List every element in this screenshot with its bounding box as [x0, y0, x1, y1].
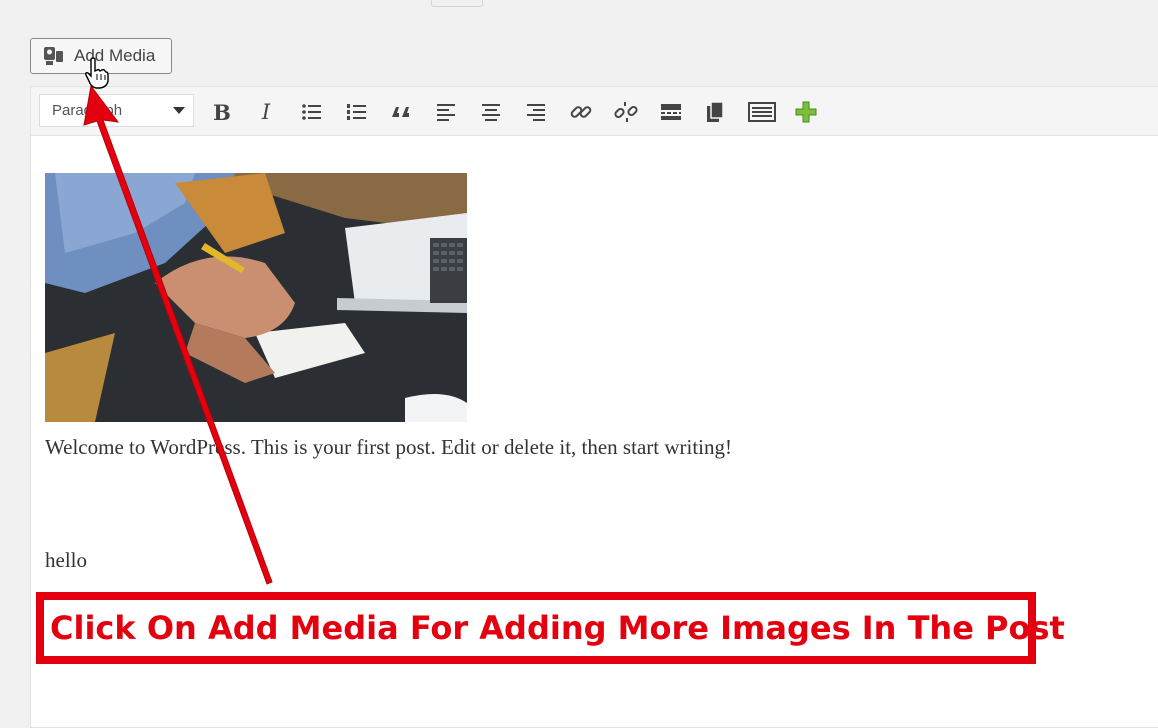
numbered-list-button[interactable] [344, 99, 370, 125]
post-paragraph[interactable]: Welcome to WordPress. This is your first… [45, 435, 732, 460]
read-more-icon [661, 104, 681, 120]
post-paragraph-hello[interactable]: hello [45, 548, 87, 573]
desk-photo [45, 173, 467, 422]
unlink-icon [614, 102, 638, 122]
bullet-list-button[interactable] [299, 99, 325, 125]
numbered-list-icon [347, 104, 366, 120]
annotation-caption: Click On Add Media For Adding More Image… [44, 600, 1065, 656]
keyboard-icon [748, 102, 776, 122]
italic-button[interactable]: I [253, 99, 279, 125]
top-tab-handle [431, 0, 483, 7]
align-center-button[interactable] [478, 99, 504, 125]
toolbar-toggle-button[interactable] [747, 99, 777, 125]
link-icon [570, 106, 592, 118]
insert-link-button[interactable] [568, 99, 594, 125]
align-right-icon [527, 104, 545, 121]
copy-icon [707, 101, 724, 122]
format-select[interactable]: Paragraph [39, 94, 194, 127]
align-left-button[interactable] [433, 99, 459, 125]
format-select-value: Paragraph [52, 102, 123, 119]
editor-toolbar: Paragraph B I [31, 87, 1158, 136]
read-more-button[interactable] [658, 99, 684, 125]
blockquote-button[interactable] [388, 99, 414, 125]
align-left-icon [437, 104, 455, 121]
align-right-button[interactable] [523, 99, 549, 125]
plus-icon [795, 101, 817, 123]
align-center-icon [482, 104, 500, 121]
hand-cursor-icon [85, 57, 109, 89]
italic-icon: I [261, 100, 271, 124]
chevron-down-icon [173, 107, 185, 114]
media-camera-icon [43, 45, 65, 67]
post-image[interactable] [45, 173, 467, 422]
quote-icon [392, 107, 409, 117]
add-block-button[interactable] [793, 99, 819, 125]
remove-link-button[interactable] [613, 99, 639, 125]
bold-button[interactable]: B [209, 99, 235, 125]
annotation-caption-box: Click On Add Media For Adding More Image… [36, 592, 1065, 664]
paste-button[interactable] [702, 99, 728, 125]
bullet-list-icon [302, 104, 321, 120]
bold-icon: B [213, 99, 231, 125]
